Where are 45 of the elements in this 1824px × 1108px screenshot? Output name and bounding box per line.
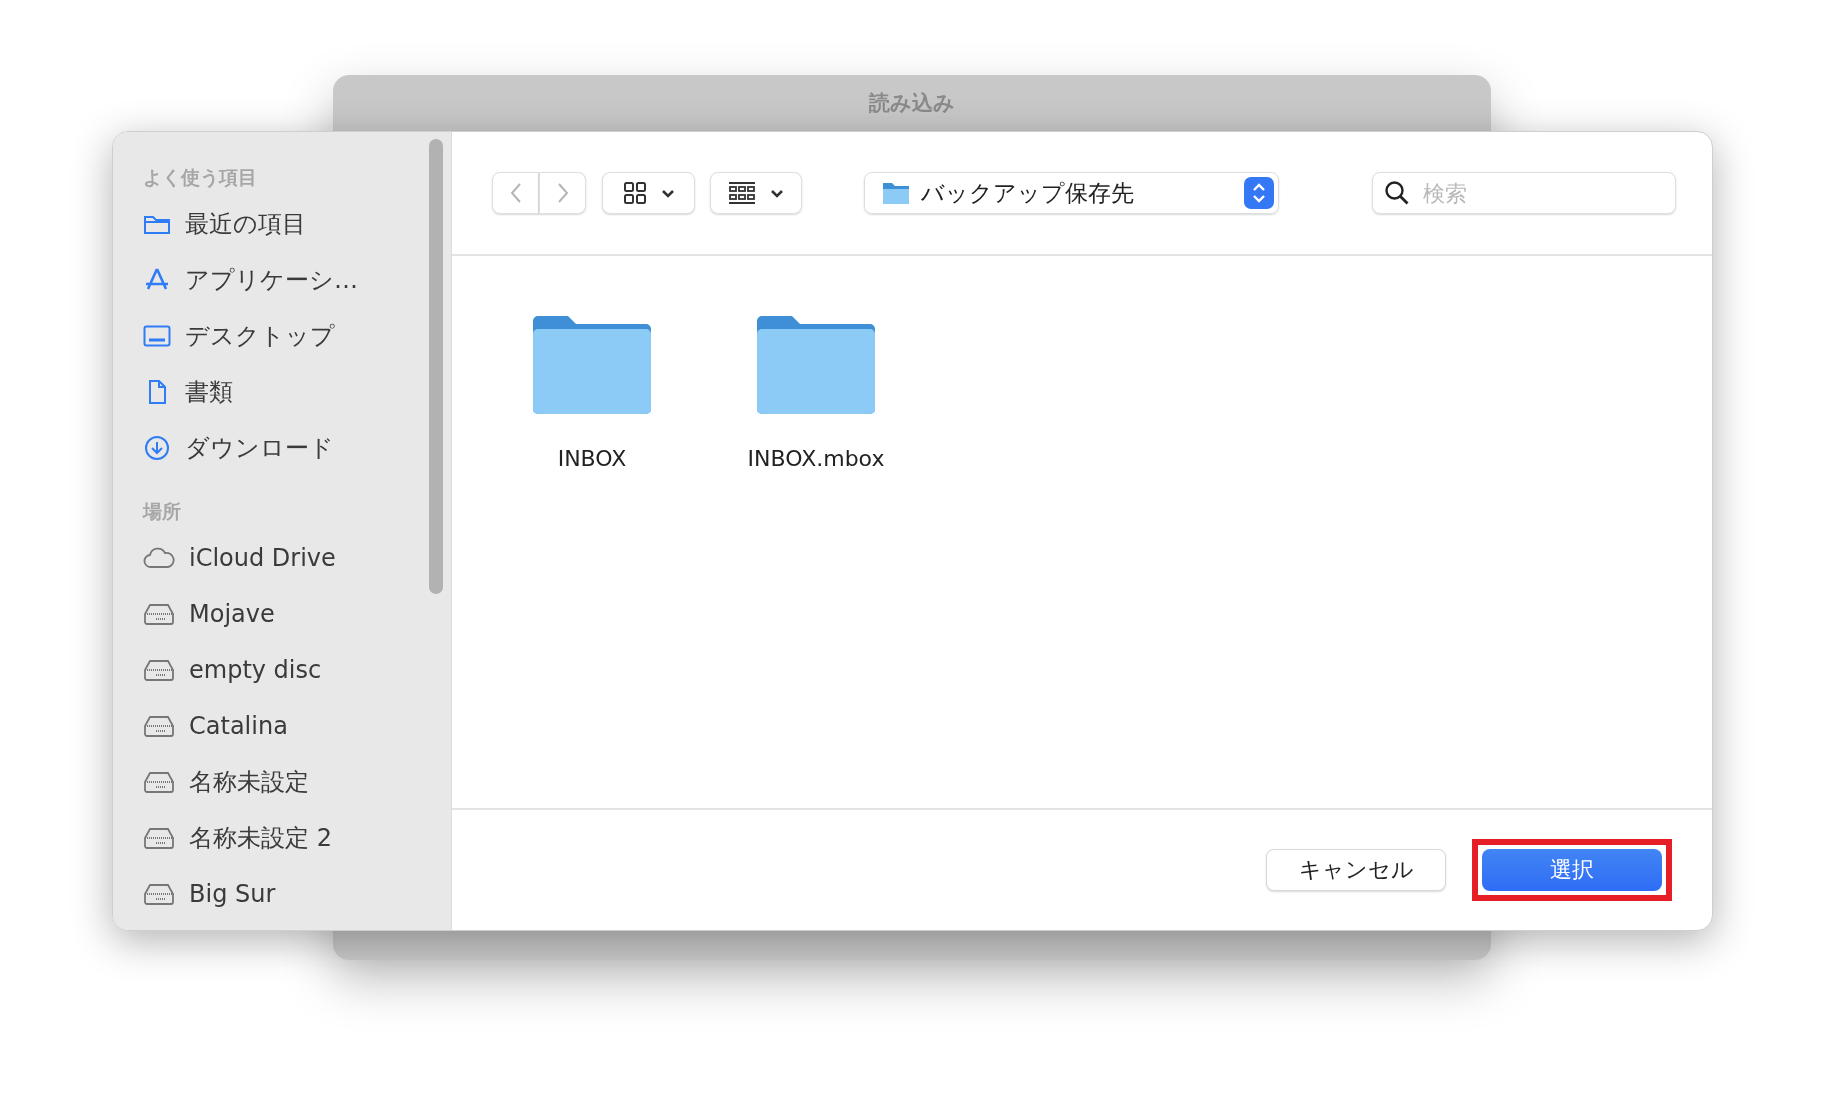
group-button[interactable]: [710, 172, 802, 214]
cloud-icon: [143, 547, 175, 569]
search-field[interactable]: 検索: [1372, 172, 1676, 214]
sidebar-item[interactable]: 名称未設定: [143, 754, 429, 810]
select-button[interactable]: 選択: [1482, 849, 1662, 891]
sidebar-item[interactable]: iCloud Drive: [143, 530, 429, 586]
sidebar-item[interactable]: Catalina: [143, 698, 429, 754]
sidebar-item[interactable]: アプリケーシ…: [143, 252, 429, 308]
hard-drive-icon: [143, 715, 175, 737]
file-name[interactable]: INBOX.mbox: [747, 446, 885, 471]
sidebar-section-title: よく使う項目: [143, 165, 258, 190]
sidebar-item[interactable]: 書類: [143, 364, 429, 420]
hard-drive-icon: [143, 603, 175, 625]
folder-icon: [881, 180, 911, 206]
sidebar-item[interactable]: 名称未設定 2: [143, 810, 429, 866]
scrollbar-thumb[interactable]: [429, 139, 443, 594]
sidebar-item[interactable]: ダウンロード: [143, 420, 429, 476]
view-mode-button[interactable]: [602, 172, 695, 214]
window-title: 読み込み: [869, 90, 955, 117]
hard-drive-icon: [143, 883, 175, 905]
sidebar-item[interactable]: Big Sur: [143, 866, 429, 922]
sidebar-item[interactable]: 最近の項目: [143, 196, 429, 252]
sidebar-item[interactable]: Mojave: [143, 586, 429, 642]
grouped-grid-icon: [728, 181, 756, 205]
sidebar-section-title: 場所: [143, 499, 182, 524]
download-icon: [143, 435, 171, 461]
cancel-button[interactable]: キャンセル: [1266, 849, 1446, 891]
file-name[interactable]: INBOX: [557, 446, 627, 471]
search-icon: [1384, 180, 1410, 206]
folder-icon[interactable]: [756, 314, 876, 416]
hard-drive-icon: [143, 827, 175, 849]
folder-icon[interactable]: [532, 314, 652, 416]
hard-drive-icon: [143, 659, 175, 681]
chevron-right-icon: [556, 182, 569, 204]
location-popup[interactable]: バックアップ保存先: [864, 172, 1279, 214]
folder-icon: [143, 213, 171, 235]
stepper-icon: [1244, 177, 1274, 209]
grid-icon: [622, 181, 647, 205]
chevron-down-icon: [770, 188, 784, 198]
sidebar-item[interactable]: empty disc: [143, 642, 429, 698]
hard-drive-icon: [143, 771, 175, 793]
desktop-icon: [143, 325, 171, 347]
chevron-down-icon: [660, 188, 675, 198]
chevron-left-icon: [509, 182, 522, 204]
sidebar-item[interactable]: デスクトップ: [143, 308, 429, 364]
